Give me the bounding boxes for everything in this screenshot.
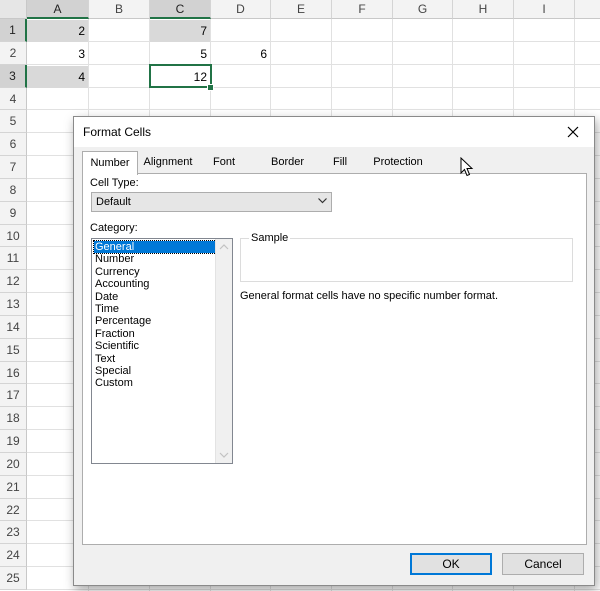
row-header-15[interactable]: 15: [0, 338, 27, 362]
row-header-18[interactable]: 18: [0, 407, 27, 431]
row-header-14[interactable]: 14: [0, 315, 27, 339]
row-header-19[interactable]: 19: [0, 430, 27, 453]
row-header-17[interactable]: 17: [0, 384, 27, 408]
dialog-titlebar[interactable]: Format Cells: [74, 117, 594, 147]
category-item-custom[interactable]: Custom: [94, 377, 216, 389]
column-header-d[interactable]: D: [211, 0, 271, 19]
category-item-special[interactable]: Special: [94, 365, 216, 377]
row-header-4[interactable]: 4: [0, 87, 27, 111]
select-all-corner[interactable]: [0, 0, 27, 19]
format-cells-dialog: Format Cells Number Alignment Font Borde…: [73, 116, 595, 586]
cell-type-label: Cell Type:: [90, 177, 139, 189]
gridline: [27, 40, 600, 42]
category-item-general[interactable]: General: [93, 240, 217, 254]
row-header-11[interactable]: 11: [0, 247, 27, 271]
tab-alignment[interactable]: Alignment: [140, 153, 196, 173]
row-header-22[interactable]: 22: [0, 498, 27, 522]
row-header-7[interactable]: 7: [0, 156, 27, 179]
cell-d2[interactable]: 6: [211, 43, 270, 65]
cell-a2[interactable]: 3: [27, 43, 88, 65]
row-header-20[interactable]: 20: [0, 452, 27, 476]
gridline: [27, 63, 600, 65]
column-header-f[interactable]: F: [332, 0, 393, 19]
category-item-number[interactable]: Number: [94, 253, 216, 265]
row-header-8[interactable]: 8: [0, 178, 27, 202]
category-item-percentage[interactable]: Percentage: [94, 315, 216, 327]
tab-protection[interactable]: Protection: [373, 153, 423, 173]
cell-type-dropdown[interactable]: Default: [91, 192, 332, 212]
tab-border[interactable]: Border: [265, 153, 310, 173]
column-header-e[interactable]: E: [271, 0, 332, 19]
row-header-6[interactable]: 6: [0, 133, 27, 157]
row-header-16[interactable]: 16: [0, 361, 27, 385]
cell-a1[interactable]: 2: [27, 20, 88, 42]
category-item-time[interactable]: Time: [94, 303, 216, 315]
row-header-12[interactable]: 12: [0, 270, 27, 294]
column-header-g[interactable]: G: [393, 0, 453, 19]
row-header-21[interactable]: 21: [0, 475, 27, 499]
tab-font[interactable]: Font: [206, 153, 242, 173]
category-item-scientific[interactable]: Scientific: [94, 340, 216, 352]
chevron-down-icon: [318, 198, 327, 204]
row-header-24[interactable]: 24: [0, 544, 27, 568]
column-header-c[interactable]: C: [150, 0, 211, 19]
cancel-button[interactable]: Cancel: [502, 553, 584, 575]
mouse-pointer-icon: [460, 157, 474, 177]
tab-fill[interactable]: Fill: [329, 153, 351, 173]
active-cell-border: [149, 64, 212, 88]
dialog-title: Format Cells: [83, 125, 152, 139]
row-header-13[interactable]: 13: [0, 293, 27, 316]
close-icon: [567, 126, 579, 138]
gridline: [27, 589, 600, 590]
gridline: [27, 109, 600, 111]
category-item-fraction[interactable]: Fraction: [94, 328, 216, 340]
gridline: [27, 86, 600, 88]
number-tab-panel: Cell Type: Default Category: General Num…: [82, 173, 587, 545]
row-header-25[interactable]: 25: [0, 567, 27, 590]
sample-groupbox: Sample: [240, 232, 573, 282]
column-header-a[interactable]: A: [27, 0, 89, 19]
cell-c2[interactable]: 5: [150, 43, 210, 65]
category-item-text[interactable]: Text: [94, 353, 216, 365]
format-description: General format cells have no specific nu…: [240, 290, 499, 302]
row-header-5[interactable]: 5: [0, 110, 27, 134]
fill-handle[interactable]: [207, 84, 214, 91]
sample-label: Sample: [249, 232, 291, 244]
category-listbox[interactable]: General Number Currency Accounting Date …: [91, 238, 233, 464]
column-header-i[interactable]: I: [514, 0, 575, 19]
category-item-currency[interactable]: Currency: [94, 266, 216, 278]
row-header-1[interactable]: 1: [0, 19, 27, 42]
column-header-b[interactable]: B: [89, 0, 150, 19]
cell-c1[interactable]: 7: [150, 20, 210, 42]
category-scrollbar[interactable]: [215, 239, 232, 463]
row-header-2[interactable]: 2: [0, 41, 27, 65]
cell-type-value: Default: [96, 196, 131, 208]
close-button[interactable]: [558, 120, 588, 144]
column-header-h[interactable]: H: [453, 0, 514, 19]
row-header-9[interactable]: 9: [0, 201, 27, 225]
cell-a3[interactable]: 4: [27, 66, 88, 88]
scroll-up-icon[interactable]: [219, 242, 229, 252]
scroll-down-icon[interactable]: [219, 450, 229, 460]
column-header-partial: [575, 0, 600, 19]
row-header-10[interactable]: 10: [0, 224, 27, 248]
category-item-date[interactable]: Date: [94, 291, 216, 303]
row-header-23[interactable]: 23: [0, 521, 27, 545]
category-item-accounting[interactable]: Accounting: [94, 278, 216, 290]
tab-number[interactable]: Number: [82, 151, 138, 175]
row-header-3[interactable]: 3: [0, 64, 27, 88]
tab-strip: Number Alignment Font Border Fill Protec…: [82, 151, 587, 175]
category-label: Category:: [90, 222, 138, 234]
ok-button[interactable]: OK: [410, 553, 492, 575]
